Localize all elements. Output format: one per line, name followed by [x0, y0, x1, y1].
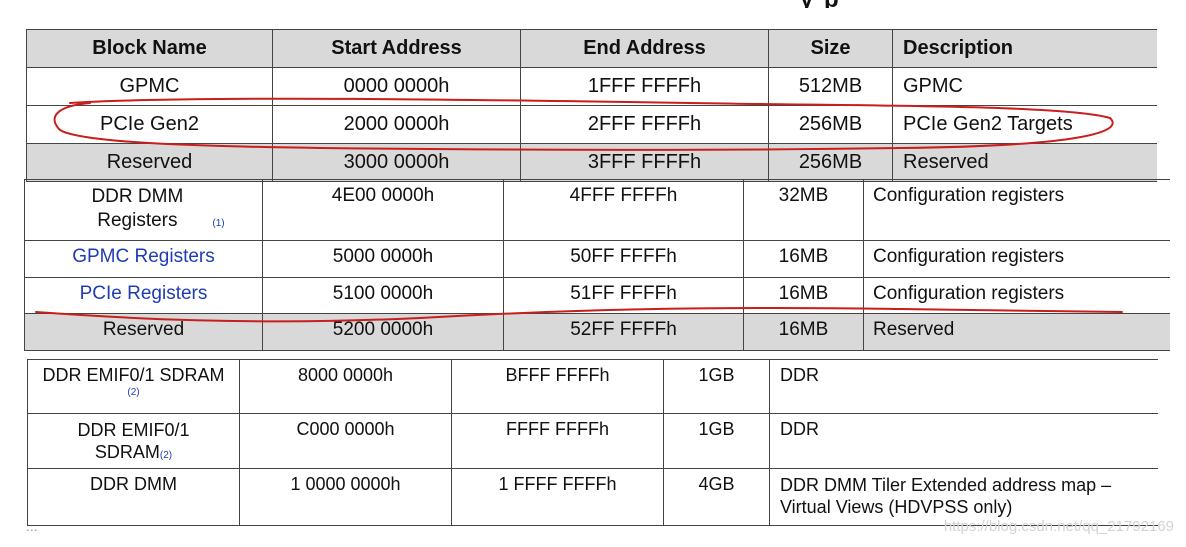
cell-size: 256MB	[768, 143, 893, 182]
table-row: GPMC Registers 5000 0000h 50FF FFFFh 16M…	[24, 240, 1170, 278]
cell-size: 16MB	[743, 313, 864, 351]
cell-block-name: DDR EMIF0/1 SDRAM(2)	[27, 413, 240, 469]
header-end-address: End Address	[520, 29, 769, 68]
cell-end-address: 1FFF FFFFh	[520, 67, 769, 106]
cell-description: Reserved	[863, 313, 1170, 351]
cell-start-address: 5200 0000h	[262, 313, 504, 351]
cell-end-address: 52FF FFFFh	[503, 313, 744, 351]
cell-description: DDR	[769, 359, 1158, 414]
cell-start-address: 2000 0000h	[272, 105, 521, 144]
cell-description: Configuration registers	[863, 240, 1170, 278]
cell-size: 32MB	[743, 179, 864, 241]
cell-end-address: BFFF FFFFh	[451, 359, 664, 414]
header-block-name: Block Name	[26, 29, 273, 68]
cell-start-address: 4E00 0000h	[262, 179, 504, 241]
table-row: GPMC 0000 0000h 1FFF FFFFh 512MB GPMC	[26, 67, 1157, 106]
memory-map-table-top: Block Name Start Address End Address Siz…	[26, 29, 1157, 182]
table-header-row: Block Name Start Address End Address Siz…	[26, 29, 1157, 68]
table-row: DDR DMM Registers (1) 4E00 0000h 4FFF FFF…	[24, 179, 1170, 241]
cell-start-address: C000 0000h	[239, 413, 452, 469]
cell-description: DDR	[769, 413, 1158, 469]
cell-block-name: DDR DMM	[27, 468, 240, 526]
cell-description: Configuration registers	[863, 179, 1170, 241]
cell-name-line1: DDR EMIF0/1	[77, 420, 190, 440]
cell-block-name: Reserved	[24, 313, 263, 351]
cell-start-address: 3000 0000h	[272, 143, 521, 182]
watermark-url: https://blog.csdn.net/qq_21792169	[943, 518, 1174, 535]
footnote-marker: (2)	[159, 450, 173, 461]
footnote-marker: (1)	[212, 218, 225, 229]
table-row: PCIe Gen2 2000 0000h 2FFF FFFFh 256MB PC…	[26, 105, 1157, 144]
cell-start-address: 0000 0000h	[272, 67, 521, 106]
cell-end-address: 51FF FFFFh	[503, 277, 744, 314]
table-row: Reserved 3000 0000h 3FFF FFFFh 256MB Res…	[26, 143, 1157, 182]
cell-block-name: DDR DMM Registers (1)	[24, 179, 263, 241]
cell-desc-line1: DDR DMM Tiler Extended address map –	[780, 475, 1112, 495]
cell-start-address: 1 0000 0000h	[239, 468, 452, 526]
cell-size: 1GB	[663, 413, 770, 469]
cell-start-address: 8000 0000h	[239, 359, 452, 414]
table-row: DDR DMM 1 0000 0000h 1 FFFF FFFFh 4GB DD…	[27, 468, 1158, 526]
footnote-marker: (2)	[127, 387, 140, 398]
memory-map-table-bottom: DDR EMIF0/1 SDRAM (2) 8000 0000h BFFF FF…	[27, 359, 1158, 526]
table-row: DDR EMIF0/1 SDRAM(2) C000 0000h FFFF FFF…	[27, 413, 1158, 469]
table-row: DDR EMIF0/1 SDRAM (2) 8000 0000h BFFF FF…	[27, 359, 1158, 414]
cell-description: DDR DMM Tiler Extended address map – Vir…	[769, 468, 1158, 526]
link-gpmc-registers[interactable]: GPMC Registers	[24, 240, 263, 278]
cell-description: GPMC	[892, 67, 1157, 106]
header-start-address: Start Address	[272, 29, 521, 68]
cell-description: Reserved	[892, 143, 1157, 182]
table-row: Reserved 5200 0000h 52FF FFFFh 16MB Rese…	[24, 313, 1170, 351]
cell-end-address: 3FFF FFFFh	[520, 143, 769, 182]
link-pcie-registers[interactable]: PCIe Registers	[24, 277, 263, 314]
cell-size: 1GB	[663, 359, 770, 414]
cell-end-address: 1 FFFF FFFFh	[451, 468, 664, 526]
cell-block-name: GPMC	[26, 67, 273, 106]
cell-size: 16MB	[743, 240, 864, 278]
ellipsis-marker: ...	[26, 518, 38, 534]
cell-size: 4GB	[663, 468, 770, 526]
cell-end-address: 50FF FFFFh	[503, 240, 744, 278]
cell-end-address: FFFF FFFFh	[451, 413, 664, 469]
cell-desc-line2: Virtual Views (HDVPSS only)	[780, 497, 1013, 517]
header-size: Size	[768, 29, 893, 68]
cell-block-name: Reserved	[26, 143, 273, 182]
cell-description: Configuration registers	[863, 277, 1170, 314]
cell-block-name: DDR EMIF0/1 SDRAM (2)	[27, 359, 240, 414]
cell-start-address: 5000 0000h	[262, 240, 504, 278]
cell-start-address: 5100 0000h	[262, 277, 504, 314]
table-row: PCIe Registers 5100 0000h 51FF FFFFh 16M…	[24, 277, 1170, 314]
cell-size: 256MB	[768, 105, 893, 144]
cell-name-text: DDR DMM Registers	[91, 186, 184, 231]
cell-description: PCIe Gen2 Targets	[892, 105, 1157, 144]
cell-size: 512MB	[768, 67, 893, 106]
header-description: Description	[892, 29, 1157, 68]
cell-end-address: 2FFF FFFFh	[520, 105, 769, 144]
cell-end-address: 4FFF FFFFh	[503, 179, 744, 241]
cutoff-heading: y p	[800, 0, 960, 8]
cell-block-name: PCIe Gen2	[26, 105, 273, 144]
memory-map-table-middle: DDR DMM Registers (1) 4E00 0000h 4FFF FFF…	[24, 179, 1170, 351]
cell-size: 16MB	[743, 277, 864, 314]
cell-name-text: DDR EMIF0/1 SDRAM	[42, 365, 225, 385]
cell-name-line2: SDRAM	[94, 442, 160, 462]
